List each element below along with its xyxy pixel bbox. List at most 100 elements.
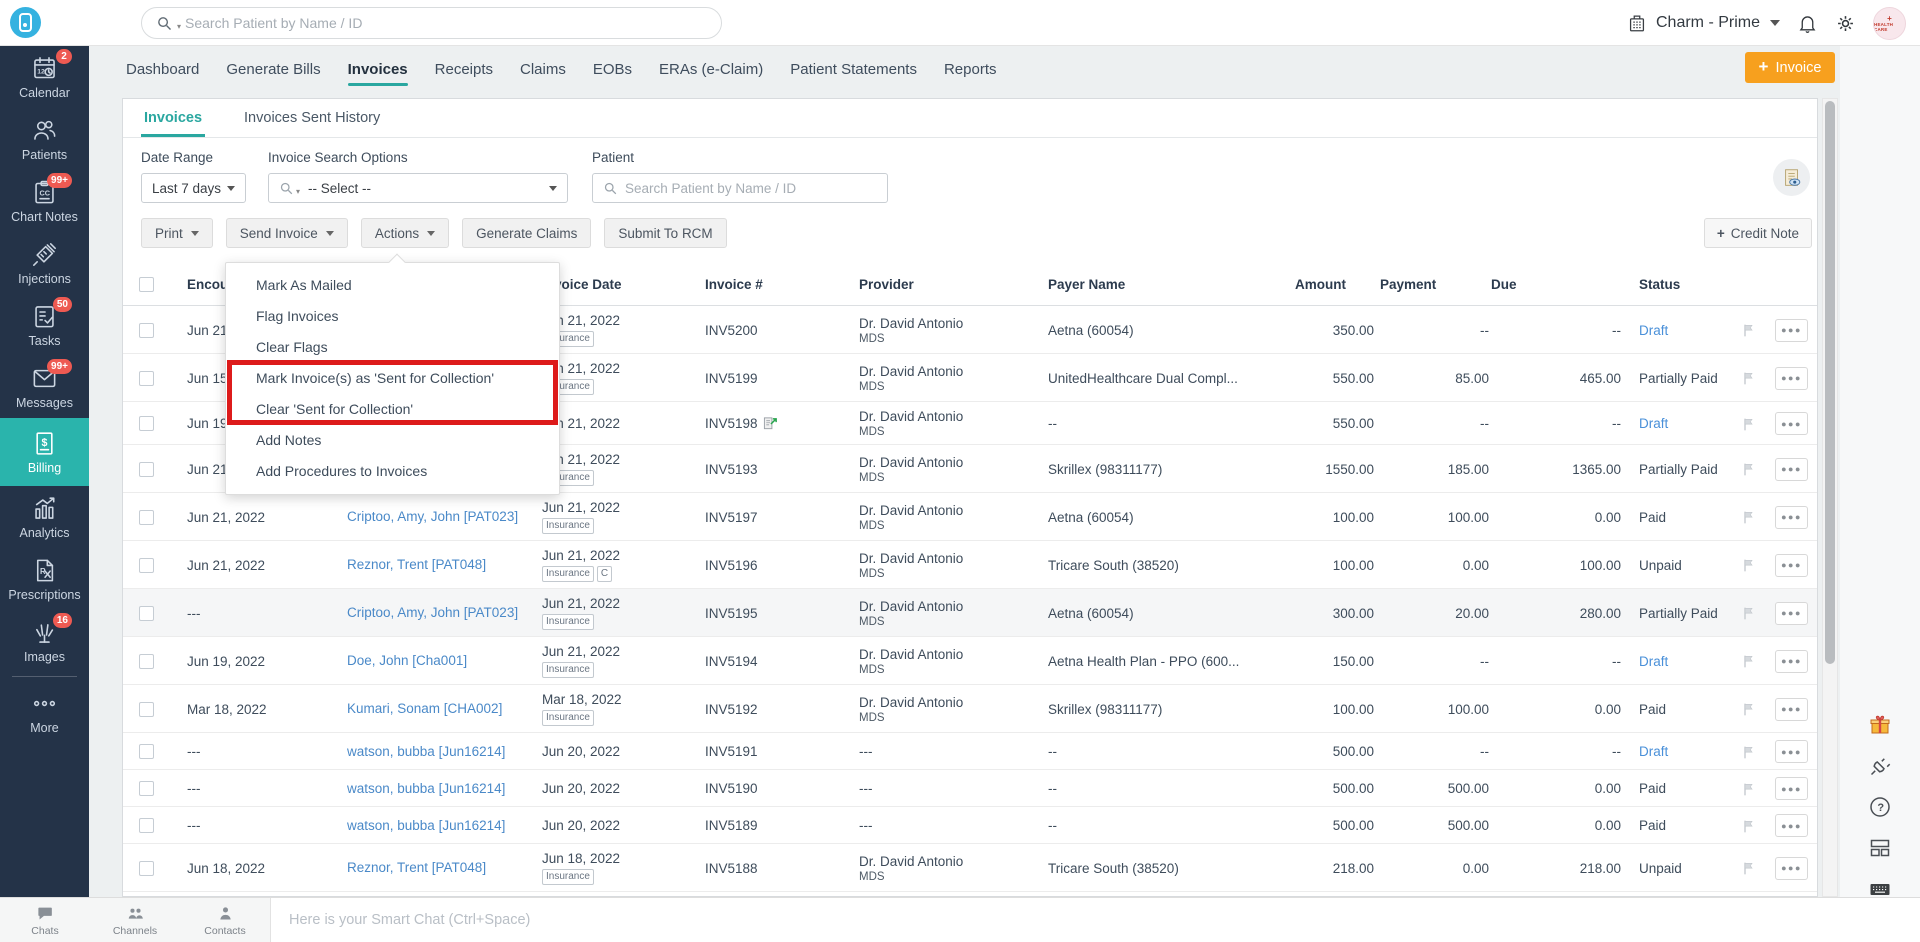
print-button[interactable]: Print <box>141 218 213 248</box>
credit-note-button[interactable]: +Credit Note <box>1704 218 1812 248</box>
menu-item-flag-invoices[interactable]: Flag Invoices <box>226 301 559 332</box>
date-range-select[interactable]: Last 7 days <box>141 173 246 203</box>
help-icon[interactable]: ? <box>1868 795 1892 819</box>
subtab-invoices[interactable]: Invoices <box>141 110 205 137</box>
patient-filter-search[interactable] <box>592 173 888 203</box>
generate-claims-button[interactable]: Generate Claims <box>462 218 591 248</box>
flag-icon[interactable] <box>1741 604 1775 622</box>
sidebar-item-analytics[interactable]: Analytics <box>0 486 89 548</box>
plug-icon[interactable] <box>1868 754 1892 778</box>
flag-icon[interactable] <box>1741 415 1775 433</box>
nav-tab-eobs[interactable]: EOBs <box>593 46 632 92</box>
sidebar-item-calendar[interactable]: 122Calendar <box>0 46 89 108</box>
row-actions-button[interactable]: ●●● <box>1775 458 1808 481</box>
flag-icon[interactable] <box>1741 652 1775 670</box>
nav-tab-patient-statements[interactable]: Patient Statements <box>790 46 917 92</box>
nav-tab-dashboard[interactable]: Dashboard <box>126 46 199 92</box>
row-checkbox[interactable] <box>139 371 154 386</box>
patient-link[interactable]: Doe, John [Cha001] <box>347 652 467 670</box>
sidebar-item-injections[interactable]: Injections <box>0 232 89 294</box>
smart-chat-input[interactable] <box>289 912 889 928</box>
flag-icon[interactable] <box>1741 743 1775 761</box>
flag-icon[interactable] <box>1741 859 1775 877</box>
row-actions-button[interactable]: ●●● <box>1775 650 1808 673</box>
actions-button[interactable]: Actions <box>361 218 449 248</box>
flag-icon[interactable] <box>1741 817 1775 835</box>
row-checkbox[interactable] <box>139 702 154 717</box>
app-logo-icon[interactable] <box>10 7 41 38</box>
chat-tab-channels[interactable]: Channels <box>90 898 180 942</box>
row-actions-button[interactable]: ●●● <box>1775 814 1808 837</box>
patient-link[interactable]: watson, bubba [Jun16214] <box>347 780 505 798</box>
sidebar-item-tasks[interactable]: 50Tasks <box>0 294 89 356</box>
row-checkbox[interactable] <box>139 323 154 338</box>
row-checkbox[interactable] <box>139 416 154 431</box>
flag-icon[interactable] <box>1741 321 1775 339</box>
sidebar-item-billing[interactable]: $Billing <box>0 418 89 486</box>
row-checkbox[interactable] <box>139 510 154 525</box>
send-invoice-button[interactable]: Send Invoice <box>226 218 348 248</box>
patient-link[interactable]: Kumari, Sonam [CHA002] <box>347 700 502 718</box>
row-checkbox[interactable] <box>139 818 154 833</box>
notifications-bell-icon[interactable] <box>1797 13 1818 34</box>
smart-chat-input-area[interactable] <box>270 898 1920 942</box>
nav-tab-eras-e-claim[interactable]: ERAs (e-Claim) <box>659 46 763 92</box>
row-actions-button[interactable]: ●●● <box>1775 554 1808 577</box>
nav-tab-reports[interactable]: Reports <box>944 46 997 92</box>
nav-tab-receipts[interactable]: Receipts <box>435 46 493 92</box>
invoice-search-options-select[interactable]: ▾ -- Select -- <box>268 173 568 203</box>
flag-icon[interactable] <box>1741 460 1775 478</box>
new-invoice-button[interactable]: + Invoice <box>1745 52 1835 83</box>
row-actions-button[interactable]: ●●● <box>1775 857 1808 880</box>
sidebar-item-messages[interactable]: 99+Messages <box>0 356 89 418</box>
submit-to-rcm-button[interactable]: Submit To RCM <box>604 218 726 248</box>
row-actions-button[interactable]: ●●● <box>1775 412 1808 435</box>
row-checkbox[interactable] <box>139 744 154 759</box>
patient-link[interactable]: Reznor, Trent [PAT048] <box>347 859 486 877</box>
settings-gear-icon[interactable] <box>1835 13 1856 34</box>
row-actions-button[interactable]: ●●● <box>1775 506 1808 529</box>
patient-link[interactable]: Criptoo, Amy, John [PAT023] <box>347 604 518 622</box>
row-actions-button[interactable]: ●●● <box>1775 740 1808 763</box>
flag-icon[interactable] <box>1741 700 1775 718</box>
menu-item-add-notes[interactable]: Add Notes <box>226 425 559 456</box>
nav-tab-invoices[interactable]: Invoices <box>348 46 408 92</box>
vertical-scrollbar[interactable] <box>1822 98 1838 897</box>
user-avatar[interactable]: + HEALTH CARE <box>1873 7 1906 40</box>
nav-tab-generate-bills[interactable]: Generate Bills <box>226 46 320 92</box>
row-actions-button[interactable]: ●●● <box>1775 777 1808 800</box>
row-actions-button[interactable]: ●●● <box>1775 367 1808 390</box>
row-checkbox[interactable] <box>139 558 154 573</box>
sidebar-item-chart-notes[interactable]: CC99+Chart Notes <box>0 170 89 232</box>
flag-icon[interactable] <box>1741 556 1775 574</box>
gift-icon[interactable] <box>1868 713 1892 737</box>
practice-selector[interactable]: Charm - Prime <box>1626 12 1780 34</box>
select-all-checkbox[interactable] <box>139 277 154 292</box>
patient-link[interactable]: Criptoo, Amy, John [PAT023] <box>347 508 518 526</box>
search-type-caret-icon[interactable]: ▾ <box>177 22 181 31</box>
customize-columns-button[interactable] <box>1773 159 1810 196</box>
row-actions-button[interactable]: ●●● <box>1775 698 1808 721</box>
chat-tab-chats[interactable]: Chats <box>0 898 90 942</box>
menu-item-clear-sent-for-collection[interactable]: Clear 'Sent for Collection' <box>226 394 559 425</box>
patient-link[interactable]: watson, bubba [Jun16214] <box>347 743 505 761</box>
menu-item-mark-invoice-s-as-sent-for-collection[interactable]: Mark Invoice(s) as 'Sent for Collection' <box>226 363 559 394</box>
row-checkbox[interactable] <box>139 462 154 477</box>
flag-icon[interactable] <box>1741 508 1775 526</box>
row-actions-button[interactable]: ●●● <box>1775 319 1808 342</box>
chat-tab-contacts[interactable]: Contacts <box>180 898 270 942</box>
patient-link[interactable]: Reznor, Trent [PAT048] <box>347 556 486 574</box>
menu-item-mark-as-mailed[interactable]: Mark As Mailed <box>226 270 559 301</box>
subtab-invoices-sent-history[interactable]: Invoices Sent History <box>241 110 383 137</box>
scrollbar-thumb[interactable] <box>1825 101 1835 664</box>
nav-tab-claims[interactable]: Claims <box>520 46 566 92</box>
row-checkbox[interactable] <box>139 781 154 796</box>
sidebar-item-prescriptions[interactable]: RPrescriptions <box>0 548 89 610</box>
patient-filter-input[interactable] <box>625 181 877 196</box>
flag-icon[interactable] <box>1741 780 1775 798</box>
menu-item-clear-flags[interactable]: Clear Flags <box>226 332 559 363</box>
flag-icon[interactable] <box>1741 369 1775 387</box>
sidebar-item-images[interactable]: 16Images <box>0 610 89 672</box>
menu-item-add-procedures-to-invoices[interactable]: Add Procedures to Invoices <box>226 456 559 487</box>
sidebar-item-patients[interactable]: Patients <box>0 108 89 170</box>
